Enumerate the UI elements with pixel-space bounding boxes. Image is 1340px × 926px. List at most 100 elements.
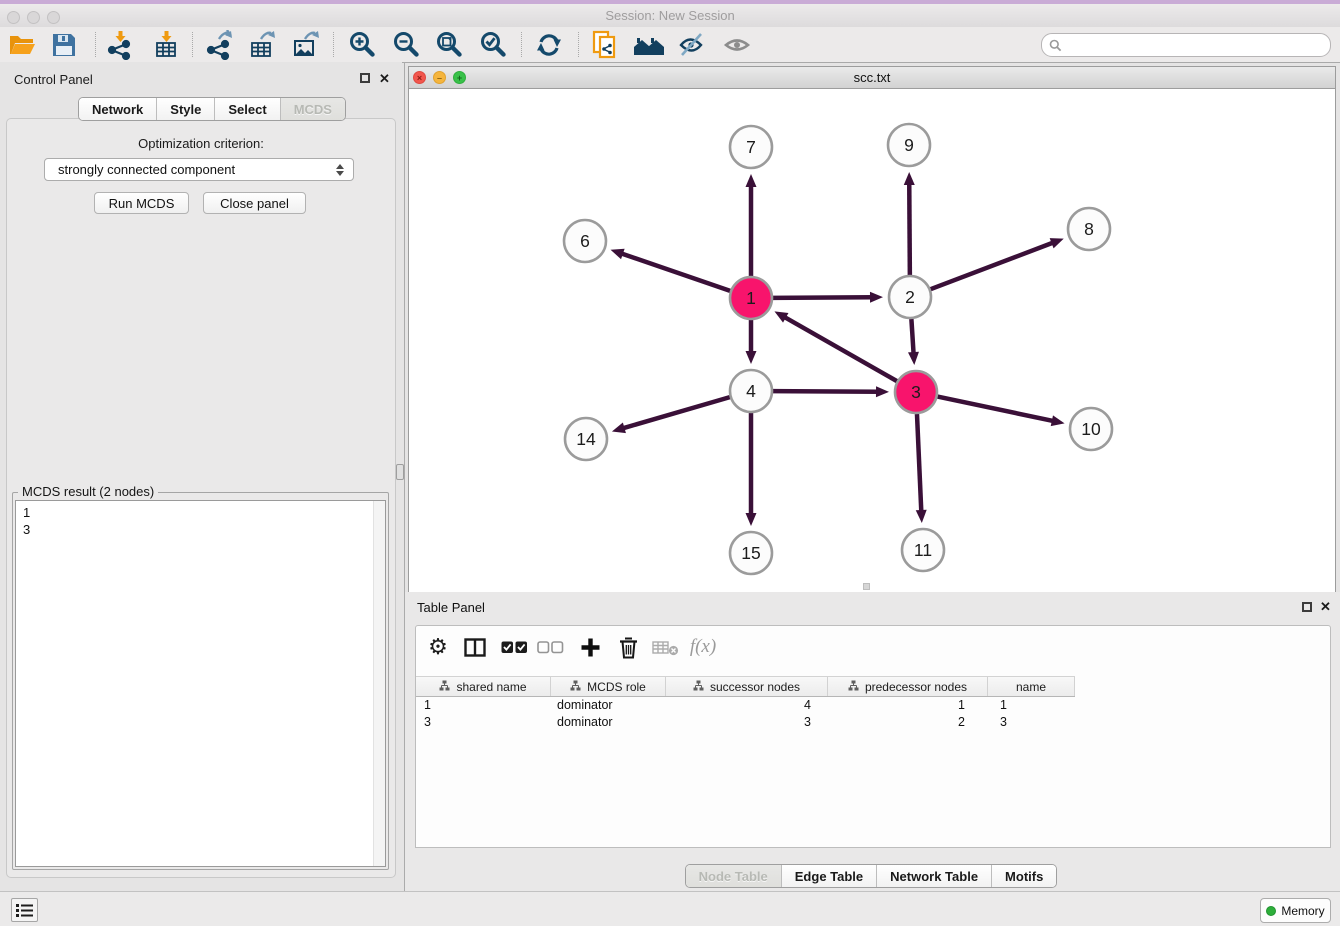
- toolbar-separator: [578, 32, 579, 57]
- zoom-fit-icon[interactable]: [432, 28, 466, 61]
- graph-edge-3-1[interactable]: [783, 316, 897, 381]
- column-header-predecessor-nodes[interactable]: predecessor nodes: [828, 677, 988, 696]
- titlebar: Session: New Session: [0, 4, 1340, 28]
- cell-MCDS-role[interactable]: dominator: [551, 715, 666, 729]
- float-panel-icon[interactable]: [360, 73, 370, 83]
- cell-MCDS-role[interactable]: dominator: [551, 698, 666, 712]
- column-header-successor-nodes[interactable]: successor nodes: [666, 677, 828, 696]
- graph-edge-2-3[interactable]: [911, 319, 913, 355]
- tab-mcds[interactable]: MCDS: [281, 98, 345, 120]
- graph-edge-2-8[interactable]: [931, 242, 1055, 289]
- cell-name[interactable]: 3: [988, 715, 1075, 729]
- cell-shared-name[interactable]: 1: [416, 698, 551, 712]
- save-session-icon[interactable]: [47, 28, 81, 61]
- delete-table-icon[interactable]: [650, 632, 680, 662]
- window-resize-grip[interactable]: [863, 583, 870, 590]
- close-table-panel-icon[interactable]: ✕: [1320, 600, 1331, 613]
- graph-edge-4-3[interactable]: [773, 391, 879, 392]
- tab-network[interactable]: Network: [79, 98, 157, 120]
- task-history-button[interactable]: [11, 898, 38, 922]
- toolbar-separator: [192, 32, 193, 57]
- cell-predecessor-nodes[interactable]: 2: [828, 715, 988, 729]
- delete-rows-icon[interactable]: [613, 632, 643, 662]
- toolbar-separator: [521, 32, 522, 57]
- table-panel-title: Table Panel: [417, 600, 485, 615]
- column-header-name[interactable]: name: [988, 677, 1075, 696]
- tab-select[interactable]: Select: [215, 98, 280, 120]
- cell-shared-name[interactable]: 3: [416, 715, 551, 729]
- table-row[interactable]: 3dominator323: [416, 713, 1075, 730]
- search-icon: [1049, 39, 1062, 52]
- table-tabs: Node TableEdge TableNetwork TableMotifs: [685, 864, 1058, 888]
- table-row[interactable]: 1dominator411: [416, 696, 1075, 713]
- table-tab-edge-table[interactable]: Edge Table: [782, 865, 877, 887]
- open-session-icon[interactable]: [5, 28, 39, 61]
- edge-arrowhead: [611, 249, 625, 259]
- graph-edge-4-14[interactable]: [622, 397, 730, 429]
- control-panel: Control Panel ✕ NetworkStyleSelectMCDS O…: [0, 62, 402, 891]
- import-table-icon[interactable]: [149, 28, 183, 61]
- zoom-out-icon[interactable]: [389, 28, 423, 61]
- add-column-icon[interactable]: [575, 632, 605, 662]
- select-all-icon[interactable]: [499, 632, 529, 662]
- settings-icon[interactable]: ⚙: [423, 632, 453, 662]
- list-icon: [16, 903, 33, 918]
- main-toolbar: [0, 27, 1340, 63]
- import-network-icon[interactable]: [103, 28, 137, 61]
- export-table-icon[interactable]: [245, 28, 279, 61]
- criterion-dropdown[interactable]: strongly connected component: [44, 158, 354, 181]
- graph-node-label: 4: [746, 381, 756, 401]
- network-window-titlebar[interactable]: × – + scc.txt: [409, 67, 1335, 89]
- graph-edge-2-9[interactable]: [909, 182, 910, 275]
- mcds-result-area[interactable]: 1 3: [15, 500, 386, 867]
- birdseye-view-icon[interactable]: [720, 28, 754, 61]
- column-header-MCDS-role[interactable]: MCDS role: [551, 677, 666, 696]
- cell-name[interactable]: 1: [988, 698, 1075, 712]
- result-scrollbar[interactable]: [373, 501, 385, 866]
- run-mcds-button[interactable]: Run MCDS: [94, 192, 189, 214]
- split-view-icon[interactable]: [460, 632, 490, 662]
- export-web-icon[interactable]: [588, 28, 622, 61]
- close-panel-button[interactable]: Close panel: [203, 192, 306, 214]
- refresh-icon[interactable]: [532, 28, 566, 61]
- network-canvas[interactable]: 7968124314101511: [409, 89, 1335, 592]
- float-table-panel-icon[interactable]: [1302, 602, 1312, 612]
- memory-button[interactable]: Memory: [1260, 898, 1331, 923]
- graph-node-label: 15: [741, 543, 760, 563]
- cell-successor-nodes[interactable]: 3: [666, 715, 828, 729]
- tab-style[interactable]: Style: [157, 98, 215, 120]
- deselect-all-icon[interactable]: [535, 632, 565, 662]
- graph-edge-1-6[interactable]: [620, 253, 730, 291]
- graph-edge-1-2[interactable]: [773, 297, 873, 298]
- export-image-icon[interactable]: [289, 28, 323, 61]
- column-label: successor nodes: [710, 680, 800, 694]
- graph-edge-3-10[interactable]: [938, 397, 1055, 422]
- table-header: shared nameMCDS role successor nodes prede…: [416, 676, 1075, 697]
- home-icon[interactable]: [632, 28, 666, 61]
- graph-node-label: 8: [1084, 219, 1094, 239]
- search-input[interactable]: [1062, 36, 1330, 54]
- table-tab-node-table[interactable]: Node Table: [686, 865, 782, 887]
- cell-predecessor-nodes[interactable]: 1: [828, 698, 988, 712]
- close-panel-icon[interactable]: ✕: [379, 72, 390, 85]
- table-tab-network-table[interactable]: Network Table: [877, 865, 992, 887]
- zoom-selected-icon[interactable]: [476, 28, 510, 61]
- function-builder-icon[interactable]: f(x): [688, 632, 718, 662]
- show-graphics-details-icon[interactable]: [675, 28, 709, 61]
- search-field[interactable]: [1041, 33, 1331, 57]
- edge-arrowhead: [746, 513, 757, 526]
- edge-arrowhead: [916, 510, 927, 523]
- graph-node-label: 9: [904, 135, 914, 155]
- cell-successor-nodes[interactable]: 4: [666, 698, 828, 712]
- zoom-in-icon[interactable]: [345, 28, 379, 61]
- table-panel: Table Panel ✕ ⚙ f(x) shared na: [405, 592, 1340, 891]
- export-network-icon[interactable]: [202, 28, 236, 61]
- edge-arrowhead: [746, 351, 757, 364]
- splitter-handle[interactable]: [396, 464, 404, 480]
- table-tab-motifs[interactable]: Motifs: [992, 865, 1056, 887]
- optimization-criterion-label: Optimization criterion:: [0, 136, 402, 151]
- network-graph[interactable]: 7968124314101511: [409, 89, 1335, 592]
- graph-edge-3-11[interactable]: [917, 414, 921, 513]
- column-header-shared-name[interactable]: shared name: [416, 677, 551, 696]
- dropdown-stepper-icon: [336, 164, 344, 176]
